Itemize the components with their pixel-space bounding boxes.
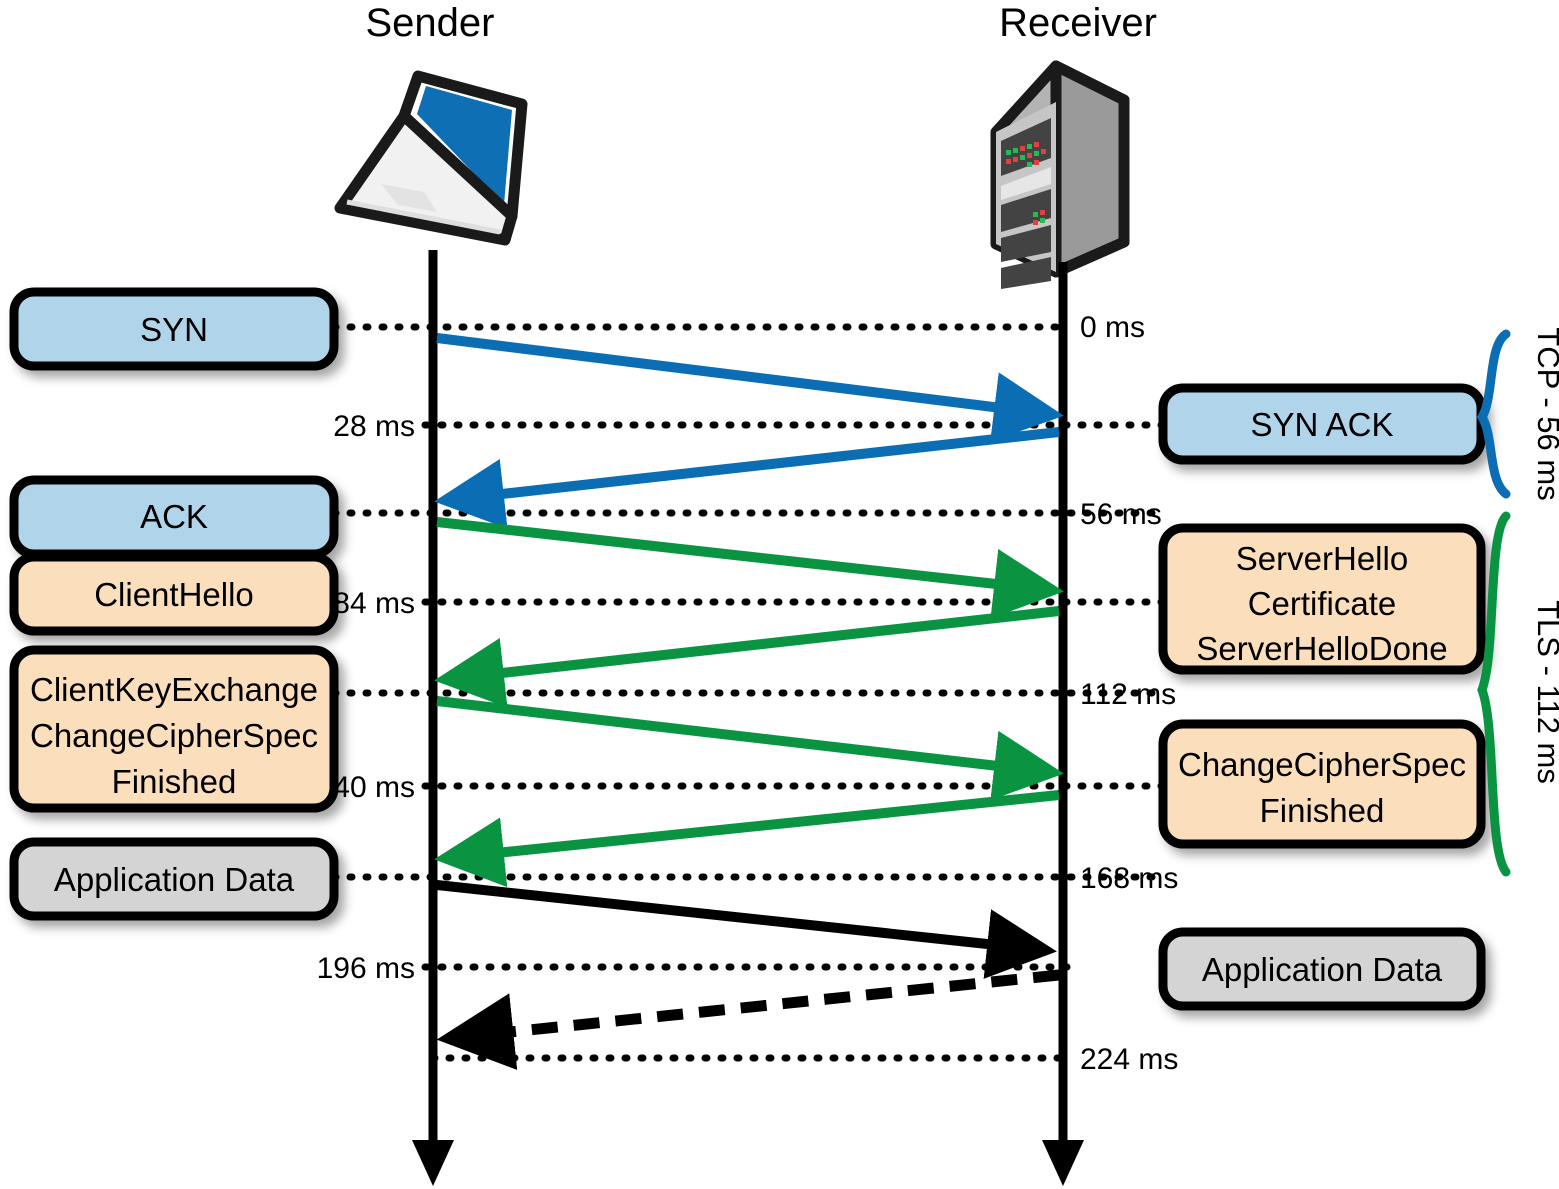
receiver-title: Receiver: [999, 1, 1157, 45]
message-box-client-key-exchange[interactable]: ClientKeyExchange ChangeCipherSpec Finis…: [9, 645, 339, 813]
message-box-server-hello-line-1: ServerHello: [1236, 540, 1408, 577]
message-arrow-syn-ack: [434, 427, 1060, 529]
message-arrow-syn: [436, 333, 1064, 442]
message-box-syn-label: SYN: [140, 311, 208, 348]
message-box-server-hello-line-3: ServerHelloDone: [1196, 630, 1447, 667]
server-icon: [990, 60, 1130, 289]
message-box-syn[interactable]: SYN: [9, 287, 339, 371]
message-box-application-data-sender[interactable]: Application Data: [9, 837, 339, 921]
message-box-application-data-sender-label: Application Data: [54, 861, 295, 898]
time-label-56ms: 56 ms: [1080, 498, 1162, 531]
message-arrow-client-hello: [436, 517, 1064, 619]
sender-title: Sender: [366, 1, 495, 45]
message-box-client-key-exchange-line-3: Finished: [112, 763, 237, 800]
time-label-224ms: 224 ms: [1080, 1043, 1178, 1076]
message-box-ack-label: ACK: [140, 498, 208, 535]
receiver-lifeline-arrowhead: [1042, 1140, 1084, 1186]
time-label-84ms: 84 ms: [333, 587, 415, 620]
laptop-icon: [334, 70, 528, 246]
sequence-diagram-canvas: Sender Receiver 0 ms 56 ms 112 ms 168 ms…: [9, 1, 1559, 1186]
time-label-0ms: 0 ms: [1080, 311, 1145, 344]
message-box-client-key-exchange-line-1: ClientKeyExchange: [30, 671, 318, 708]
message-box-client-key-exchange-line-2: ChangeCipherSpec: [30, 717, 318, 754]
message-box-syn-ack-label: SYN ACK: [1250, 406, 1393, 443]
message-box-ack[interactable]: ACK: [9, 475, 339, 559]
message-arrow-application-data-in: [436, 969, 1060, 1070]
tls-handshake-diagram: Sender Receiver 0 ms 56 ms 112 ms 168 ms…: [0, 0, 1559, 1189]
message-box-server-change-cipher-spec[interactable]: ChangeCipherSpec Finished: [1158, 719, 1486, 849]
brace-tls: TLS - 112 ms: [1477, 511, 1559, 877]
message-box-server-change-cipher-spec-line-1: ChangeCipherSpec: [1178, 746, 1466, 783]
message-box-application-data-receiver[interactable]: Application Data: [1158, 927, 1486, 1011]
brace-tcp-label: TCP - 56 ms: [1531, 327, 1559, 500]
brace-tls-label: TLS - 112 ms: [1531, 600, 1559, 784]
time-label-168ms: 168 ms: [1080, 862, 1178, 895]
message-box-server-hello[interactable]: ServerHello Certificate ServerHelloDone: [1158, 523, 1486, 675]
message-box-syn-ack[interactable]: SYN ACK: [1158, 383, 1486, 465]
message-arrow-server-change-cipher-spec: [434, 790, 1060, 888]
message-box-client-hello-label: ClientHello: [94, 576, 254, 613]
message-box-application-data-receiver-label: Application Data: [1202, 951, 1443, 988]
message-box-server-hello-line-2: Certificate: [1248, 585, 1397, 622]
message-box-server-change-cipher-spec-line-2: Finished: [1260, 792, 1385, 829]
time-label-196ms: 196 ms: [317, 952, 415, 985]
time-label-112ms: 112 ms: [1080, 678, 1176, 711]
message-arrow-client-key-exchange: [436, 696, 1064, 801]
brace-tcp: TCP - 56 ms: [1476, 327, 1559, 501]
message-box-client-hello[interactable]: ClientHello: [9, 552, 339, 636]
message-arrow-application-data-out: [436, 880, 1057, 979]
sender-lifeline-arrowhead: [412, 1140, 454, 1186]
message-arrow-server-hello: [434, 606, 1060, 708]
time-label-28ms: 28 ms: [333, 410, 415, 443]
